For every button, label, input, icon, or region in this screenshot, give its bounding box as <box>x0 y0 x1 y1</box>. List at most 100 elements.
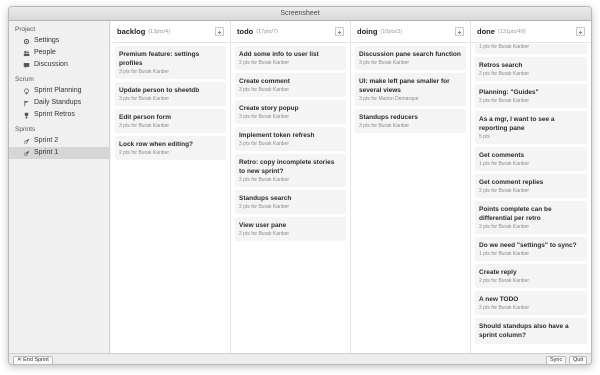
story-card[interactable]: Standups search 2 pts for Burak Kanber <box>235 190 346 214</box>
story-title: Discussion pane search function <box>359 51 461 58</box>
story-meta: 2 pts for Burak Kanber <box>479 188 530 194</box>
flag-icon <box>24 100 29 106</box>
add-card-button[interactable] <box>335 27 344 36</box>
story-meta: 5 pts <box>479 134 490 140</box>
sidebar-item-sprint-planning[interactable]: Sprint Planning <box>9 85 109 97</box>
story-meta: 2 pts for Burak Kanber <box>239 204 290 210</box>
main-content: Project Settings People Discussion Scrum… <box>9 21 591 353</box>
story-title: Get comment replies <box>479 179 544 186</box>
column-title: done <box>477 27 495 36</box>
story-card[interactable]: 1 pts for Burak Kanber <box>475 44 587 54</box>
column-header: done (131pts/49) <box>471 21 591 43</box>
rocket-icon <box>23 150 30 156</box>
story-title: Update person to sheetdb <box>119 87 200 94</box>
trophy-icon <box>24 112 29 118</box>
quit-button[interactable]: Quit <box>569 356 588 364</box>
column-points: (131pts/49) <box>497 28 526 35</box>
story-meta: 1 pts for Burak Kanber <box>479 251 530 257</box>
end-sprint-button[interactable]: ✕ End Sprint <box>13 356 53 364</box>
story-title: Lock row when editing? <box>119 141 194 148</box>
story-card[interactable]: Update person to sheetdb 3 pts for Burak … <box>115 82 226 106</box>
story-title: Edit person form <box>119 114 172 121</box>
story-title: Retros search <box>479 62 523 69</box>
story-card[interactable]: Planning: "Guides" 2 pts for Burak Kanber <box>475 84 587 108</box>
story-card[interactable]: Create reply 2 pts for Burak Kanber <box>475 264 587 288</box>
sidebar-item-label: Sprint 1 <box>34 149 59 156</box>
sidebar-item-label: Daily Standups <box>34 99 82 106</box>
sidebar-item-people[interactable]: People <box>9 47 109 59</box>
story-card[interactable]: Should standups also have a sprint colum… <box>475 318 587 344</box>
story-title: UI: make left pane smaller for several v… <box>359 78 450 94</box>
story-meta: 2 pts for Burak Kanber <box>479 278 530 284</box>
sidebar-item-daily-standups[interactable]: Daily Standups <box>9 97 109 109</box>
story-meta: 2 pts for Burak Kanber <box>119 150 170 156</box>
story-card[interactable]: Points complete can be differential per … <box>475 201 587 234</box>
add-card-button[interactable] <box>576 27 585 36</box>
story-card[interactable]: UI: make left pane smaller for several v… <box>355 73 466 106</box>
story-card[interactable]: A new TODO 2 pts for Burak Kanber <box>475 291 587 315</box>
story-meta: 3 pts for Burak Kanber <box>119 123 170 129</box>
story-title: Points complete can be differential per … <box>479 206 552 222</box>
story-title: As a mgr, I want to see a reporting pane <box>479 116 555 132</box>
sidebar-item-label: People <box>34 49 56 56</box>
story-card[interactable]: Add some info to user list 2 pts for Bura… <box>235 46 346 70</box>
story-meta: 3 pts for Burak Kanber <box>239 141 290 147</box>
story-card[interactable]: Implement token refresh 3 pts for Burak K… <box>235 127 346 151</box>
column-header: backlog (13pts/4) <box>111 21 230 43</box>
story-meta: 3 pts for Burak Kanber <box>359 60 410 66</box>
story-meta: 2 pts for Burak Kanber <box>239 231 290 237</box>
story-card[interactable]: Create story popup 3 pts for Burak Kanber <box>235 100 346 124</box>
sidebar-item-sprint-retros[interactable]: Sprint Retros <box>9 109 109 121</box>
sidebar-item-sprint-2[interactable]: Sprint 2 <box>9 135 109 147</box>
story-card[interactable]: Create comment 3 pts for Burak Kanber <box>235 73 346 97</box>
story-card[interactable]: Edit person form 3 pts for Burak Kanber <box>115 109 226 133</box>
app-window: Screensheet Project Settings People Disc… <box>8 6 592 365</box>
sidebar-item-sprint-1[interactable]: Sprint 1 <box>9 147 109 159</box>
story-meta: 2 pts for Burak Kanber <box>239 177 290 183</box>
column-points: (17pts/7) <box>256 28 278 35</box>
add-card-button[interactable] <box>215 27 224 36</box>
column-doing: doing (10pts/3) Discussion pane search f… <box>351 21 471 353</box>
sync-button[interactable]: Sync <box>546 356 567 364</box>
story-card[interactable]: Retros search 2 pts for Burak Kanber <box>475 57 587 81</box>
story-card[interactable]: As a mgr, I want to see a reporting pane… <box>475 111 587 144</box>
story-title: Planning: "Guides" <box>479 89 539 96</box>
story-card[interactable]: View user pane 2 pts for Burak Kanber <box>235 217 346 241</box>
column-title: todo <box>237 27 254 36</box>
story-title: Get comments <box>479 152 525 159</box>
story-title: Implement token refresh <box>239 132 315 139</box>
story-card[interactable]: Lock row when editing? 2 pts for Burak Ka… <box>115 136 226 160</box>
story-title: Premium feature: settings profiles <box>119 51 200 67</box>
story-card[interactable]: Get comments 1 pts for Burak Kanber <box>475 147 587 171</box>
story-title: Add some info to user list <box>239 51 319 58</box>
story-card[interactable]: Discussion pane search function 3 pts for… <box>355 46 466 70</box>
column-todo: todo (17pts/7) Add some info to user lis… <box>231 21 351 353</box>
story-card[interactable]: Standups reducers 3 pts for Burak Kanber <box>355 109 466 133</box>
add-card-button[interactable] <box>455 27 464 36</box>
sidebar-item-discussion[interactable]: Discussion <box>9 59 109 71</box>
story-title: Standups search <box>239 195 292 202</box>
story-title: Create reply <box>479 269 517 276</box>
story-meta: 3 pts for Burak Kanber <box>239 87 290 93</box>
story-card[interactable]: Get comment replies 2 pts for Burak Kanbe… <box>475 174 587 198</box>
story-card[interactable]: Premium feature: settings profiles 3 pts … <box>115 46 226 79</box>
story-meta: 1 pts for Burak Kanber <box>479 44 530 50</box>
story-title: Create comment <box>239 78 290 85</box>
story-title: Retro: copy incomplete stories to new sp… <box>239 159 335 175</box>
column-done: done (131pts/49) 1 pts for Burak Kanber … <box>471 21 591 353</box>
story-card[interactable]: Do we need "settings" to sync? 1 pts for … <box>475 237 587 261</box>
card-list: 1 pts for Burak Kanber Retros search 2 pt… <box>471 44 591 344</box>
window-title: Screensheet <box>9 7 591 21</box>
sidebar-item-settings[interactable]: Settings <box>9 35 109 47</box>
story-title: View user pane <box>239 222 287 229</box>
sidebar-item-label: Sprint Planning <box>34 87 82 94</box>
story-title: Do we need "settings" to sync? <box>479 242 577 249</box>
story-meta: 2 pts for Burak Kanber <box>479 71 530 77</box>
column-points: (10pts/3) <box>380 28 403 35</box>
rocket-icon <box>23 138 30 144</box>
story-card[interactable]: Retro: copy incomplete stories to new sp… <box>235 154 346 187</box>
sidebar-section-project: Project <box>15 26 36 33</box>
story-meta: 3 pts for Burak Kanber <box>239 114 290 120</box>
story-title: Standups reducers <box>359 114 418 121</box>
sidebar-item-label: Sprint Retros <box>34 111 75 118</box>
